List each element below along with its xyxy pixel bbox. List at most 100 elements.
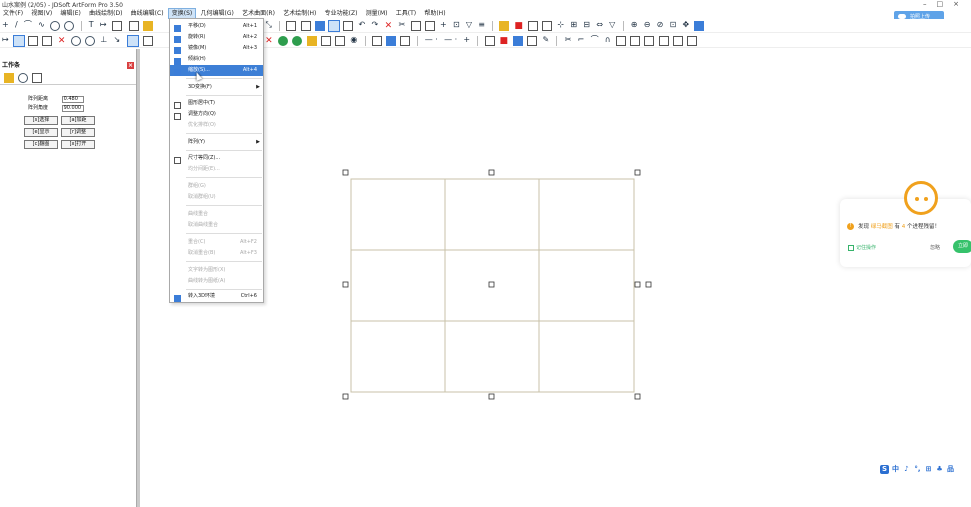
menu-item-curve-overlap[interactable]: 曲线重合 [170,209,263,220]
ellipse-icon[interactable] [64,21,75,31]
ime-lang[interactable]: 中 [891,465,900,474]
order-icon[interactable] [672,36,683,46]
delete-icon[interactable]: ✕ [383,21,393,31]
break-icon[interactable]: ✕ [57,36,67,46]
undo-icon[interactable]: ↶ [359,19,366,31]
marker-icon[interactable] [292,36,303,46]
crosshair-icon[interactable]: + [440,19,447,31]
flip-icon[interactable]: ⇔ [596,19,603,31]
snap-icon[interactable] [328,20,341,32]
open-button[interactable]: [x]打开 [61,140,95,149]
spacing-field[interactable]: 0.480 [61,96,84,103]
menu-item-overlap[interactable]: 重合(C) Alt+F2 [170,237,263,248]
ime-toolbox-icon[interactable]: 品 [946,465,955,474]
menu-art-draw[interactable]: 艺术绘制(H) [280,9,319,19]
selection-handle[interactable] [342,281,349,288]
align-icon[interactable]: ⊟ [583,19,590,31]
selection-handle[interactable] [634,281,641,288]
menu-item-ungroup[interactable]: 取消群组(U) [170,192,263,203]
join-icon[interactable]: ↘ [114,34,121,46]
polyline-icon[interactable]: ∿ [38,19,45,31]
ruler-icon[interactable]: ⊞ [570,19,577,31]
pin-icon[interactable] [278,36,289,46]
new-file-icon[interactable] [129,21,140,31]
color-icon[interactable] [499,21,510,31]
redo-icon[interactable]: ↷ [371,19,378,31]
menu-curve-draw[interactable]: 曲线绘制(D) [86,9,125,19]
copy-icon[interactable] [410,21,421,31]
scissors-icon[interactable]: ✂ [565,34,572,46]
layer-icon[interactable]: ≡ [478,19,485,31]
fill-icon[interactable]: ■ [514,21,524,31]
open-file-icon[interactable] [143,21,154,31]
box-icon[interactable] [111,21,122,31]
mirror-icon[interactable]: ▽ [609,19,615,31]
menu-item-cancel-overlap[interactable]: 取消重合(B) Alt+F3 [170,248,263,259]
menu-item-to-3d[interactable]: 转入3D环境 Ctrl+6 [170,291,263,302]
menu-view[interactable]: 视图(V) [28,9,55,19]
grid-snap-icon[interactable] [343,21,354,31]
selection-handle[interactable] [488,169,495,176]
view-3d-icon[interactable] [694,21,705,31]
adjust-button[interactable]: [r]调整 [61,128,95,137]
bend-icon[interactable]: ∩ [605,34,611,46]
corner-icon[interactable]: ⌐ [578,34,585,46]
flip-button[interactable]: [c]翻图 [24,140,58,149]
node-icon[interactable]: ⊡ [453,19,460,31]
fillet-icon[interactable] [70,36,81,46]
palette-icon[interactable]: ■ [499,36,509,46]
measure-icon[interactable]: ⊹ [557,19,564,31]
import-icon[interactable] [300,21,311,31]
arrow-icon[interactable]: ↦ [100,19,107,31]
menu-help[interactable]: 帮助(H) [421,9,448,19]
border-icon[interactable] [484,36,495,46]
menu-item-same-size[interactable]: 尺寸等同(Z)... [170,153,263,164]
trim-icon[interactable] [28,36,39,46]
menu-item-move[interactable]: 平移(D) Alt+1 [170,21,263,32]
zoom-in-icon[interactable]: ⊕ [631,19,638,31]
menu-item-distribute[interactable]: 均分间距(E)... [170,164,263,175]
preview-icon[interactable] [527,21,538,31]
select-button[interactable]: [s]选择 [24,116,58,125]
distribute-icon[interactable] [687,36,698,46]
menu-item-skew[interactable]: 倾斜(H) [170,54,263,65]
bound-icon[interactable] [127,35,140,47]
point-icon[interactable]: + [463,34,470,46]
menu-item-mirror[interactable]: 镜像(M) Alt+3 [170,43,263,54]
cut-icon[interactable]: ✂ [399,19,406,31]
selection-handle[interactable] [488,393,495,400]
menu-tools[interactable]: 工具(T) [393,9,419,19]
arc-icon[interactable]: ⌒ [24,19,32,31]
scale-icon[interactable]: ⤡ [265,19,271,31]
menu-item-group[interactable]: 群组(G) [170,181,263,192]
drawing-canvas[interactable] [140,49,971,507]
menu-curve-edit[interactable]: 曲线编辑(C) [128,9,167,19]
select-line-icon[interactable] [12,35,25,47]
chamfer-icon[interactable] [85,36,96,46]
dash-line-icon[interactable]: — · [425,34,438,46]
text-icon[interactable]: T [89,19,94,31]
ungroup-icon[interactable] [658,36,669,46]
brush-icon[interactable]: ✎ [543,34,550,46]
ime-skin-icon[interactable]: ♣ [935,465,944,474]
eye-icon[interactable] [18,73,29,83]
zoom-out-icon[interactable]: ⊖ [644,19,651,31]
node-edit-icon[interactable]: ↦ [2,34,9,46]
menu-file[interactable]: 文件(F) [0,9,26,19]
table-icon[interactable] [542,21,553,31]
pan-icon[interactable]: ✥ [683,19,690,31]
delete-object-icon[interactable]: ✕ [264,36,274,46]
save-icon[interactable] [314,21,325,31]
selection-handle[interactable] [645,281,652,288]
menu-item-curve-to-drawing[interactable]: 曲线转为图纸(A) [170,276,263,287]
menu-measure[interactable]: 测量(M) [363,9,391,19]
ime-keyboard-icon[interactable]: ⊞ [924,465,933,474]
region-icon[interactable] [142,36,153,46]
close-icon[interactable]: × [127,62,134,69]
extend-icon[interactable] [42,36,53,46]
tag-icon[interactable] [306,36,317,46]
plus-icon[interactable]: + [2,19,9,31]
menu-professional[interactable]: 专业功能(Z) [322,9,361,19]
frame-edit-icon[interactable] [335,36,346,46]
ignore-button[interactable]: 忽略 [930,244,940,251]
